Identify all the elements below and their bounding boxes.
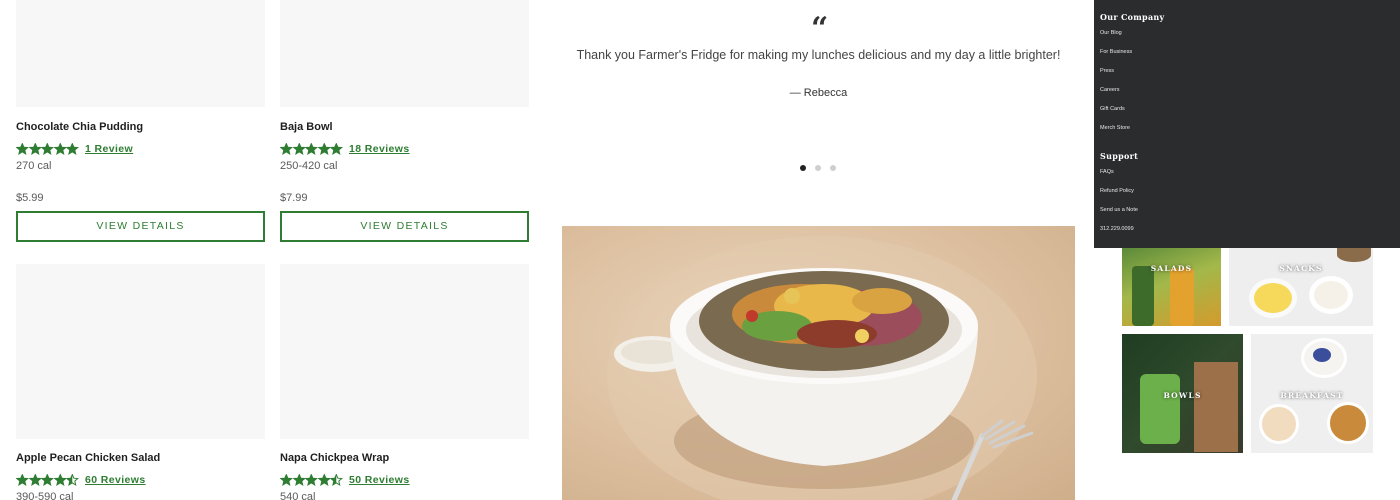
product-calories: 270 cal bbox=[16, 160, 52, 172]
star-full-icon bbox=[16, 143, 29, 155]
product-name[interactable]: Chocolate Chia Pudding bbox=[16, 121, 265, 133]
menu-link-merch-store[interactable]: Merch Store bbox=[1100, 125, 1130, 131]
menu-link-our-blog[interactable]: Our Blog bbox=[1100, 30, 1122, 36]
star-full-icon bbox=[280, 474, 293, 486]
product-calories: 250-420 cal bbox=[280, 160, 338, 172]
product-card[interactable]: Chocolate Chia Pudding 1 Review 270 cal … bbox=[16, 0, 265, 204]
product-price: $7.99 bbox=[280, 192, 308, 204]
star-full-icon bbox=[16, 474, 29, 486]
menu-link-refund-policy[interactable]: Refund Policy bbox=[1100, 188, 1134, 194]
category-label: BREAKFAST bbox=[1280, 391, 1344, 400]
view-details-button[interactable]: VIEW DETAILS bbox=[280, 211, 529, 242]
star-full-icon bbox=[292, 143, 306, 155]
hero-bowl-image bbox=[562, 226, 1075, 500]
category-label: SALADS bbox=[1150, 264, 1193, 273]
star-full-icon bbox=[53, 474, 67, 486]
product-rating: 50 Reviews bbox=[280, 473, 529, 487]
menu-link-send-note[interactable]: Send us a Note bbox=[1100, 207, 1138, 213]
carousel-dots bbox=[800, 165, 836, 171]
star-full-icon bbox=[41, 143, 54, 155]
reviews-link[interactable]: 60 Reviews bbox=[85, 474, 146, 486]
product-card[interactable]: Baja Bowl 18 Reviews 250-420 cal $7.99 bbox=[280, 0, 529, 204]
footer-menu: Our Company Our Blog For Business Press … bbox=[1094, 0, 1400, 248]
product-name[interactable]: Apple Pecan Chicken Salad bbox=[16, 452, 265, 464]
view-details-button[interactable]: VIEW DETAILS bbox=[16, 211, 265, 242]
testimonial-text: Thank you Farmer's Fridge for making my … bbox=[576, 48, 1061, 62]
star-full-icon bbox=[28, 143, 42, 155]
menu-link-press[interactable]: Press bbox=[1100, 68, 1114, 74]
star-full-icon bbox=[280, 143, 293, 155]
menu-link-for-business[interactable]: For Business bbox=[1100, 49, 1132, 55]
star-full-icon bbox=[317, 143, 331, 155]
support-heading: Support bbox=[1100, 151, 1139, 161]
page: Chocolate Chia Pudding 1 Review 270 cal … bbox=[0, 0, 1400, 500]
category-tile-breakfast[interactable]: BREAKFAST bbox=[1251, 334, 1373, 453]
category-label: SNACKS bbox=[1279, 264, 1323, 273]
reviews-link[interactable]: 18 Reviews bbox=[349, 143, 410, 155]
star-rating bbox=[280, 143, 343, 155]
product-calories: 540 cal bbox=[280, 491, 316, 500]
category-tile-snacks[interactable]: SNACKS bbox=[1229, 248, 1373, 326]
star-rating bbox=[16, 143, 79, 155]
menu-link-faqs[interactable]: FAQs bbox=[1100, 169, 1114, 175]
star-full-icon bbox=[66, 143, 79, 155]
product-rating: 60 Reviews bbox=[16, 473, 265, 487]
product-rating: 18 Reviews bbox=[280, 142, 529, 156]
quote-icon: “ bbox=[811, 11, 829, 46]
product-image[interactable] bbox=[16, 0, 265, 107]
star-half-icon bbox=[330, 474, 343, 486]
bowl-illustration bbox=[607, 236, 1037, 500]
carousel-dot[interactable] bbox=[815, 165, 821, 171]
product-card[interactable]: Apple Pecan Chicken Salad 60 Reviews 390… bbox=[16, 264, 265, 500]
category-label: BOWLS bbox=[1163, 391, 1202, 400]
product-name[interactable]: Baja Bowl bbox=[280, 121, 529, 133]
star-full-icon bbox=[317, 474, 331, 486]
carousel-dot[interactable] bbox=[800, 165, 806, 171]
reviews-link[interactable]: 1 Review bbox=[85, 143, 133, 155]
reviews-link[interactable]: 50 Reviews bbox=[349, 474, 410, 486]
star-rating bbox=[16, 474, 79, 486]
star-full-icon bbox=[41, 474, 54, 486]
product-image[interactable] bbox=[16, 264, 265, 439]
star-half-icon bbox=[66, 474, 79, 486]
category-tile-bowls[interactable]: BOWLS bbox=[1122, 334, 1243, 453]
product-image[interactable] bbox=[280, 0, 529, 107]
testimonial-author: — Rebecca bbox=[789, 87, 848, 99]
product-card[interactable]: Napa Chickpea Wrap 50 Reviews 540 cal bbox=[280, 264, 529, 500]
star-full-icon bbox=[292, 474, 306, 486]
menu-link-careers[interactable]: Careers bbox=[1100, 87, 1120, 93]
product-name[interactable]: Napa Chickpea Wrap bbox=[280, 452, 529, 464]
product-price: $5.99 bbox=[16, 192, 44, 204]
our-company-heading: Our Company bbox=[1100, 12, 1165, 22]
star-full-icon bbox=[305, 474, 318, 486]
carousel-dot[interactable] bbox=[830, 165, 836, 171]
star-full-icon bbox=[330, 143, 343, 155]
product-rating: 1 Review bbox=[16, 142, 265, 156]
star-full-icon bbox=[28, 474, 42, 486]
star-rating bbox=[280, 474, 343, 486]
star-full-icon bbox=[305, 143, 318, 155]
menu-link-phone[interactable]: 312.229.0099 bbox=[1100, 226, 1134, 232]
product-image[interactable] bbox=[280, 264, 529, 439]
menu-link-gift-cards[interactable]: Gift Cards bbox=[1100, 106, 1125, 112]
product-calories: 390-590 cal bbox=[16, 491, 74, 500]
category-tile-salads[interactable]: SALADS bbox=[1122, 248, 1221, 326]
star-full-icon bbox=[53, 143, 67, 155]
